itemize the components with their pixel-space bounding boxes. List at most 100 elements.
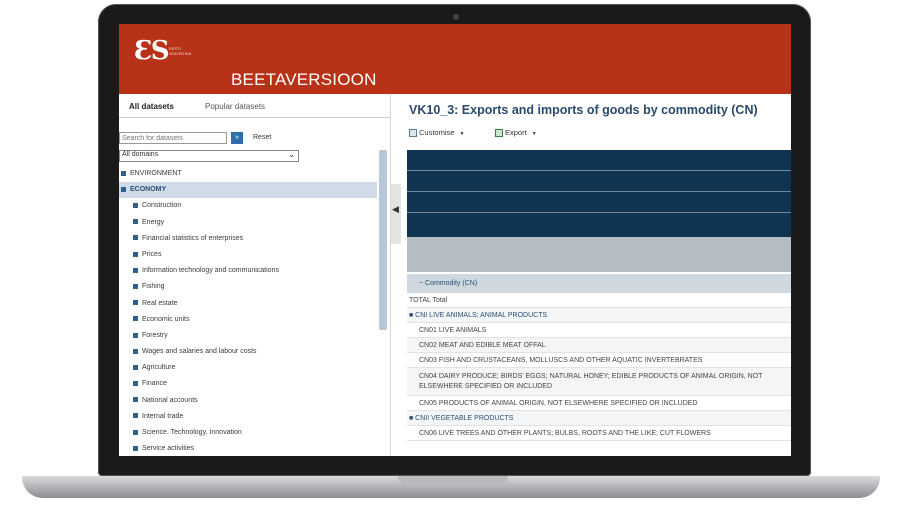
table-row[interactable]: ■ CNII VEGETABLE PRODUCTS — [407, 411, 791, 426]
tree-item[interactable]: Energy — [119, 215, 377, 231]
logo-subtitle: EESTI STATISTIKA — [169, 46, 192, 56]
expand-icon[interactable] — [133, 219, 138, 225]
expand-icon[interactable] — [133, 267, 138, 273]
customise-button[interactable]: Customise ▼ — [409, 128, 465, 138]
tree-item[interactable]: ECONOMY — [119, 182, 377, 199]
screen: ƐS EESTI STATISTIKA BEETAVERSIOON All da… — [119, 24, 791, 456]
dataset-panel: All datasets Popular datasets » Reset Al… — [119, 94, 391, 456]
tree-item-label: Finance — [142, 380, 167, 388]
expand-icon[interactable] — [133, 235, 138, 241]
search-row: » Reset — [119, 132, 389, 146]
table-row[interactable]: CN05 PRODUCTS OF ANIMAL ORIGIN, NOT ELSE… — [407, 396, 791, 411]
expand-icon[interactable] — [133, 413, 138, 419]
table-subheader-band — [407, 237, 791, 272]
expand-icon[interactable] — [121, 170, 126, 176]
search-input[interactable] — [119, 132, 227, 144]
domain-select[interactable]: All domains ⌄ — [119, 150, 299, 162]
header-title: BEETAVERSIOON — [231, 70, 377, 89]
expand-icon[interactable] — [133, 332, 138, 338]
tree-item[interactable]: Internal trade — [119, 409, 377, 425]
expand-icon[interactable] — [133, 364, 138, 370]
customise-icon — [409, 129, 417, 138]
panel-collapse-handle[interactable]: ◀ — [391, 184, 401, 244]
commodity-column-header[interactable]: − Commodity (CN) — [407, 274, 791, 293]
tree-item-label: ENVIRONMENT — [130, 170, 182, 177]
table-header-band — [407, 150, 791, 237]
tree-item-label: Construction — [142, 202, 182, 210]
expand-icon[interactable] — [133, 381, 138, 387]
tree-item[interactable]: Wages and salaries and labour costs — [119, 344, 377, 360]
table-row[interactable]: TOTAL Total — [407, 293, 791, 308]
tree-scrollbar[interactable] — [379, 150, 387, 330]
tree-item-label: Internal trade — [142, 412, 184, 420]
webcam — [453, 14, 459, 20]
caret-down-icon: ▼ — [459, 131, 465, 137]
expand-icon[interactable] — [133, 445, 138, 451]
tree-item[interactable]: Economic units — [119, 312, 377, 328]
table-row[interactable]: ■ CNI LIVE ANIMALS; ANIMAL PRODUCTS — [407, 308, 791, 323]
tree-item-label: ECONOMY — [130, 186, 167, 194]
tree-item-label: Fishing — [142, 283, 165, 291]
tree-item[interactable]: Agriculture — [119, 360, 377, 376]
customise-label: Customise — [419, 128, 455, 137]
tree-item[interactable]: Fishing — [119, 279, 377, 295]
expand-icon[interactable] — [133, 397, 138, 403]
table-row[interactable]: CN04 DAIRY PRODUCE; BIRDS' EGGS; NATURAL… — [407, 368, 791, 396]
tree-item[interactable]: Real estate — [119, 296, 377, 312]
page-title: VK10_3: Exports and imports of goods by … — [409, 103, 758, 117]
tree-item-label: Science. Technology. Innovation — [142, 429, 242, 436]
caret-down-icon: ▼ — [531, 131, 537, 137]
dataset-tree: ENVIRONMENT ECONOMY Construction Energy Fina… — [119, 166, 377, 456]
commodity-rows: TOTAL Total ■ CNI LIVE ANIMALS; ANIMAL PR… — [407, 293, 791, 441]
tree-item-label: National accounts — [142, 396, 198, 404]
expand-icon[interactable] — [121, 186, 126, 192]
reset-link[interactable]: Reset — [253, 134, 271, 141]
tree-item-label: Information technology and communication… — [142, 267, 279, 275]
logo[interactable]: ƐS — [134, 36, 170, 66]
table-row[interactable]: CN02 MEAT AND EDIBLE MEAT OFFAL — [407, 338, 791, 353]
site-header: ƐS EESTI STATISTIKA BEETAVERSIOON — [119, 24, 791, 94]
tree-item-label: Real estate — [142, 299, 178, 307]
expand-icon[interactable] — [133, 348, 138, 354]
table-panel: VK10_3: Exports and imports of goods by … — [407, 94, 791, 456]
tree-item[interactable]: Information technology and communication… — [119, 263, 377, 279]
export-button[interactable]: Export ▼ — [495, 128, 537, 138]
chevron-down-icon: ⌄ — [288, 150, 295, 159]
domain-select-value: All domains — [122, 151, 159, 158]
tree-item-label: Forestry — [142, 331, 168, 339]
collapse-arrow-icon: ◀ — [392, 204, 399, 214]
tree-item[interactable]: ENVIRONMENT — [119, 166, 377, 182]
laptop-notch — [398, 476, 508, 484]
export-label: Export — [505, 128, 527, 137]
tree-item[interactable]: National accounts — [119, 393, 377, 409]
expand-icon[interactable] — [133, 429, 138, 435]
tree-item[interactable]: Science. Technology. Innovation — [119, 425, 377, 441]
table-row[interactable]: CN03 FISH AND CRUSTACEANS, MOLLUSCS AND … — [407, 353, 791, 368]
expand-icon[interactable] — [133, 300, 138, 306]
tree-item[interactable]: Construction — [119, 198, 377, 214]
dataset-tabs: All datasets Popular datasets — [119, 94, 390, 118]
tree-item[interactable]: Service activities — [119, 441, 377, 456]
tree-item-label: Prices — [142, 250, 162, 258]
tree-item[interactable]: Prices — [119, 247, 377, 263]
export-icon — [495, 129, 503, 138]
tree-item[interactable]: Forestry — [119, 328, 377, 344]
tree-item[interactable]: Financial statistics of enterprises — [119, 231, 377, 247]
tree-item-label: Financial statistics of enterprises — [142, 234, 244, 242]
search-button[interactable]: » — [231, 132, 243, 144]
tab-all-datasets[interactable]: All datasets — [129, 102, 174, 111]
tree-item-label: Energy — [142, 218, 165, 226]
tree-item-label: Wages and salaries and labour costs — [142, 348, 257, 356]
expand-icon[interactable] — [133, 316, 138, 322]
table-row[interactable]: CN06 LIVE TREES AND OTHER PLANTS; BULBS,… — [407, 426, 791, 441]
tree-item[interactable]: Finance — [119, 376, 377, 392]
tree-item-label: Economic units — [142, 315, 190, 323]
expand-icon[interactable] — [133, 203, 138, 209]
expand-icon[interactable] — [133, 283, 138, 289]
expand-icon[interactable] — [133, 251, 138, 257]
header-divider — [407, 170, 791, 171]
tab-popular-datasets[interactable]: Popular datasets — [205, 102, 265, 111]
table-row[interactable]: CN01 LIVE ANIMALS — [407, 323, 791, 338]
tree-item-label: Service activities — [142, 445, 195, 453]
header-divider — [407, 191, 791, 192]
